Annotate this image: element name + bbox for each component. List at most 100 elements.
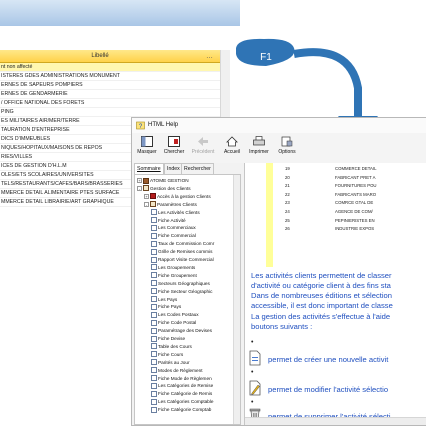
tab-contents[interactable]: Sommaire [134,163,164,174]
tree-item-label: Modes de Règlement [158,367,203,373]
help-page-icon [151,264,157,271]
tab-search[interactable]: Rechercher [181,163,214,174]
action-new: permet de créer une nouvelle activit [249,350,426,368]
navigation-pane: Sommaire Index Rechercher + ATOME GESTION… [134,163,241,425]
tree-item[interactable]: - Gestion des Clients [137,185,191,192]
grid-row[interactable]: / OFFICE NATIONAL DES FORETS [0,99,220,108]
hide-pane-icon [141,136,153,147]
tree-item[interactable]: Fiche Activité [151,217,186,224]
help-page-icon [151,382,157,389]
grid-row[interactable]: ISTERES GDES ADMINISTRATIONS MONUMENT [0,72,220,81]
new-document-icon[interactable] [249,350,261,366]
activity-label: FABRICANT PRET A [335,174,376,180]
activity-label: PEPINIERISTES EN [335,217,375,223]
grid-row[interactable]: ERNES DE GENDARMERIE [0,90,220,99]
activity-code: 23 [285,200,290,206]
action-new-text: permet de créer une nouvelle activit [268,355,389,364]
tree-scrollbar[interactable] [233,175,240,424]
help-page-icon [151,288,157,295]
tree-item[interactable]: Les Activités Clients [151,209,200,216]
help-page-icon [151,209,157,216]
back-button-label: Précédent [191,149,215,155]
tree-item[interactable]: Secteurs Géographiques [151,280,210,287]
tree-item[interactable]: Fiche Devise [151,335,185,342]
bullet: • [251,399,254,406]
table-row: 22 FABRICANTS MARO [285,191,426,199]
tree-item-label: Fiche Catégorie Comptab [158,407,212,413]
print-button[interactable]: Imprimer [246,135,272,161]
help-page-icon [151,398,157,405]
tree-item[interactable]: Fiche Pays [151,303,181,310]
tree-item[interactable]: Paramétrage des Devises [151,327,212,334]
expand-icon[interactable]: + [144,193,149,199]
tree-item[interactable]: Table des Cours [151,343,192,350]
tree-item[interactable]: Les Catégories Comptable [151,398,214,405]
tree-item-label: Parités au Jour [158,359,190,365]
table-row: 25 PEPINIERISTES EN [285,217,426,225]
content-horizontal-scrollbar[interactable] [245,417,426,425]
tree-item-label: Fiche Secteur Géographic [158,288,213,294]
edit-pencil-icon[interactable] [249,380,261,396]
help-page-icon [151,240,157,247]
back-button[interactable]: Précédent [190,135,216,161]
tree-item[interactable]: + ATOME GESTION [137,177,189,184]
tab-index[interactable]: Index [164,163,183,174]
tree-item[interactable]: Les Catégories de Remise [151,382,213,389]
column-dropdown-icon[interactable]: … [203,51,216,62]
grid-row[interactable]: nt non affecté [0,63,220,72]
tree-item[interactable]: Rapport Visite Commercial [151,256,214,263]
tree-item-label: Taux de Commission Comr [158,241,215,247]
tree-item-label: Les Commerciaux [158,225,196,231]
tree-item[interactable]: Les Commerciaux [151,224,196,231]
book-icon [143,185,149,192]
activity-code: 24 [285,209,290,214]
tree-item-label: Secteurs Géographiques [158,280,210,286]
table-row: 21 FOURNITURES POU [285,182,426,190]
tree-item[interactable]: Fiche Catégorie Comptab [151,406,211,413]
tree-item[interactable]: Les Groupements [151,264,195,271]
help-window-titlebar[interactable]: ? HTML Help [132,118,426,133]
help-page-icon [151,224,157,231]
html-help-window: ? HTML Help Masquer Chercher Précédent A… [131,117,426,426]
tree-item[interactable]: Fiche Commercial [151,232,196,239]
locate-button[interactable]: Chercher [161,135,187,161]
help-page-icon [151,280,157,287]
collapse-icon[interactable]: - [137,185,142,191]
tree-item-label: Paramétrage des Devises [158,328,212,334]
grid-column-header[interactable]: Libellé … [0,50,220,63]
collapse-icon[interactable]: - [144,201,149,207]
grid-row[interactable]: PING [0,108,220,117]
tree-item[interactable]: Fiche Code Postal [151,319,196,326]
home-button[interactable]: Accueil [219,135,245,161]
tree-item-label: Accès à la gestion Clients [157,193,211,199]
tree-item[interactable]: Fiche Cours [151,351,183,358]
tree-item[interactable]: Modes de Règlement [151,367,203,374]
home-icon [226,136,238,147]
expand-icon[interactable]: + [137,178,142,183]
grid-row[interactable]: ERNES DE SAPEURS POMPIERS [0,81,220,90]
table-highlight-column [266,163,273,267]
options-button-label: Options [278,149,296,155]
tree-item[interactable]: Taux de Commission Comr [151,240,214,247]
tree-item[interactable]: Parités au Jour [151,359,190,366]
tree-item[interactable]: Fiche Groupement [151,272,197,279]
f1-key-label: F1 [260,52,272,63]
activity-label: COMRCE GTAL DE [335,200,374,206]
tree-item[interactable]: Fiche Catégorie de Remis [151,390,212,397]
tree-item[interactable]: Les Pays [151,296,177,303]
buttons-paragraph: La gestion des activités s'effectue à l'… [251,312,391,331]
tree-item[interactable]: - Paramètres Clients [144,201,197,208]
tree-item[interactable]: Les Codes Postaux [151,311,199,318]
tree-item[interactable]: + Accès à la gestion Clients [144,193,211,200]
action-edit: permet de modifier l'activité sélectio [249,380,426,398]
tree-item[interactable]: Fiche Mode de Règlemen [151,375,212,382]
activity-label: FABRICANTS MARO [335,191,377,197]
table-row: 23 COMRCE GTAL DE [285,199,426,207]
help-page-icon [151,272,157,279]
options-button[interactable]: Options [274,135,300,161]
hide-button[interactable]: Masquer [134,135,160,161]
tree-item[interactable]: Grille de Remises commis [151,248,212,255]
locate-button-label: Chercher [163,149,185,155]
tree-item[interactable]: Fiche Secteur Géographic [151,288,212,295]
tree-item-label: Fiche Cours [158,351,184,357]
